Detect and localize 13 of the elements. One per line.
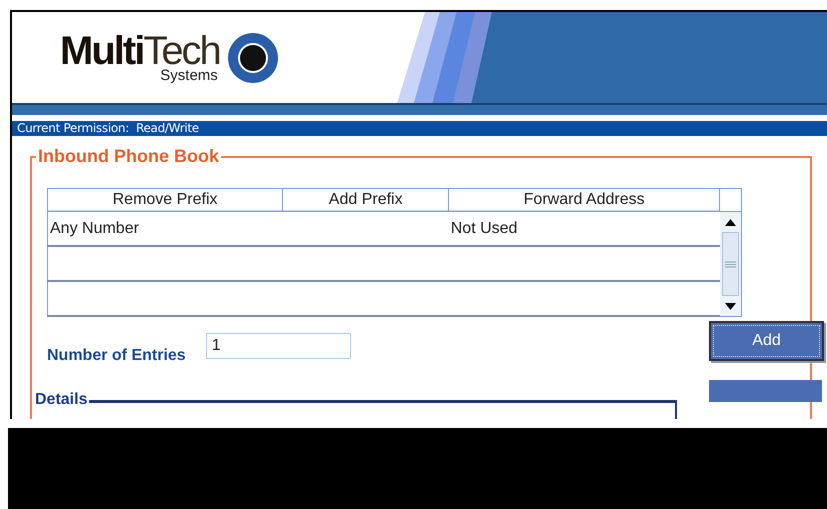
column-header: Add Prefix [282,188,449,212]
add-button[interactable]: Add [709,321,824,361]
table-cell: Not Used [450,220,518,236]
entries-field[interactable]: 1 [206,333,351,359]
permission-text: Current Permission: Read/Write [17,121,199,136]
entries-label: Number of Entries [47,347,186,365]
scrollbar[interactable] [720,188,742,317]
table-cell: Any Number [50,220,139,236]
column-header: Remove Prefix [48,188,283,212]
scroll-down-icon[interactable] [725,302,736,310]
scroll-up-icon[interactable] [725,218,736,226]
column-header: Forward Address [448,188,720,212]
scroll-thumb[interactable] [722,232,739,296]
